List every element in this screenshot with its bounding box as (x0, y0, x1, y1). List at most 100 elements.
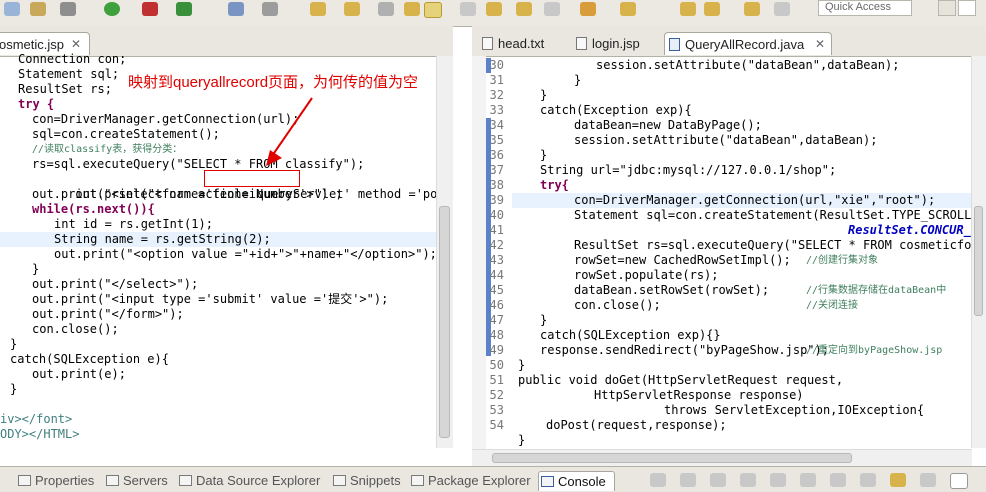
code-line: 36} (489, 148, 548, 162)
package-explorer-icon (411, 475, 424, 486)
toolbar-icon-3[interactable] (60, 2, 76, 16)
console-toolbar-icon[interactable] (650, 473, 666, 487)
toolbar-icon-15[interactable] (486, 2, 502, 16)
code-line: } (518, 433, 526, 447)
tab-label: osmetic.jsp (0, 37, 65, 52)
close-icon[interactable]: ✕ (815, 33, 825, 56)
toolbar-icon-2[interactable] (30, 2, 46, 16)
scroll-thumb[interactable] (439, 206, 450, 438)
tab-label: Servers (123, 473, 168, 488)
code-line: 42 ResultSet rs=sql.executeQuery("SELECT … (489, 238, 986, 252)
tab-login-jsp[interactable]: login.jsp (572, 32, 658, 55)
toolbar-icon-7[interactable] (228, 2, 244, 16)
left-code-area[interactable]: Connection con; Statement sql; ResultSet… (0, 52, 453, 466)
code-line: 47} (489, 313, 548, 327)
tab-label: login.jsp (592, 36, 640, 51)
tab-console[interactable]: Console (538, 471, 615, 491)
tab-label: Package Explorer (428, 473, 531, 488)
console-toolbar-icon[interactable] (740, 473, 756, 487)
toolbar-icon-21[interactable] (704, 2, 720, 16)
toolbar-icon-18[interactable] (580, 2, 596, 16)
console-toolbar-icon[interactable] (680, 473, 696, 487)
toolbar-icon-22[interactable] (744, 2, 760, 16)
annotation-highlight-box (204, 170, 300, 187)
toolbar-icon-12[interactable] (404, 2, 420, 16)
code-line: 54 doPost(request,response); (489, 418, 727, 432)
toolbar-icon-17[interactable] (544, 2, 560, 16)
right-vertical-scrollbar[interactable] (971, 56, 986, 448)
console-icon (541, 476, 554, 487)
toolbar-icon-4[interactable] (104, 2, 120, 16)
left-vertical-scrollbar[interactable] (436, 56, 453, 448)
scroll-thumb[interactable] (974, 206, 983, 316)
code-line: 51 public void doGet(HttpServletRequest r… (489, 373, 844, 387)
code-line: 41 ResultSet.CONCUR_REA (489, 223, 986, 237)
tab-label: Console (558, 474, 606, 489)
tab-package-explorer[interactable]: Package Explorer (409, 471, 531, 491)
console-toolbar-icon[interactable] (800, 473, 816, 487)
code-line: ODY></HTML> (0, 427, 80, 441)
toolbar-icon-13[interactable] (424, 2, 442, 18)
code-line: out.print("</select>"); (32, 277, 199, 291)
quick-access-field[interactable]: Quick Access (818, 0, 912, 16)
toolbar-icon-10[interactable] (344, 2, 360, 16)
console-toolbar-icon[interactable] (860, 473, 876, 487)
tab-queryallrecord-java[interactable]: QueryAllRecord.java ✕ (664, 32, 832, 55)
code-line: 33 catch(Exception exp){ (489, 103, 692, 117)
code-line: 53 throws ServletException,IOException{ (489, 403, 925, 417)
tab-snippets[interactable]: Snippets (331, 471, 401, 491)
toolbar-icon-19[interactable] (620, 2, 636, 16)
right-horizontal-scrollbar[interactable] (472, 449, 972, 466)
left-editor: osmetic.jsp ✕ Connection con; Statement … (0, 26, 453, 466)
servers-icon (106, 475, 119, 486)
code-line-current: String name = rs.getString(2); (0, 232, 453, 247)
properties-icon (18, 475, 31, 486)
code-line: 43 rowSet=new CachedRowSetImpl();//创建行集对象 (489, 253, 879, 267)
code-line: } (10, 382, 18, 396)
scroll-thumb[interactable] (492, 453, 852, 463)
code-line: 44 rowSet.populate(rs); (489, 268, 719, 282)
code-line: 34 dataBean=new DataByPage(); (489, 118, 762, 132)
console-toolbar-icon[interactable] (830, 473, 846, 487)
code-line: 46 con.close();//关闭连接 (489, 298, 859, 312)
toolbar-icon-11[interactable] (378, 2, 394, 16)
perspective-icon[interactable] (938, 0, 956, 16)
code-line: 49 response.sendRedirect("byPageShow.jsp"… (489, 343, 943, 357)
code-line: sql=con.createStatement(); (32, 127, 220, 141)
minimize-icon[interactable] (950, 473, 968, 489)
snippets-icon (333, 475, 346, 486)
console-toolbar-icon[interactable] (890, 473, 906, 487)
tab-servers[interactable]: Servers (104, 471, 168, 491)
toolbar-icon-5[interactable] (142, 2, 158, 16)
bottom-view-tabs: s Properties Servers Data Source Explore… (0, 466, 986, 492)
code-line: iv></font> (0, 412, 73, 426)
console-toolbar-icon[interactable] (770, 473, 786, 487)
data-source-icon (179, 475, 192, 486)
toolbar-icon-9[interactable] (310, 2, 326, 16)
toolbar-icon-8[interactable] (262, 2, 278, 16)
code-line: try { (18, 97, 55, 111)
code-line: 38 try{ (489, 178, 569, 192)
code-line: 35 session.setAttribute("dataBean",dataBe… (489, 133, 878, 147)
tab-label: QueryAllRecord.java (685, 37, 805, 52)
tab-markers[interactable]: s (0, 471, 1, 491)
console-toolbar-icon[interactable] (710, 473, 726, 487)
toolbar-icon-14[interactable] (460, 2, 476, 16)
tab-head-txt[interactable]: head.txt (478, 32, 568, 55)
code-line: 40 Statement sql=con.createStatement(Resu… (489, 208, 986, 222)
tab-data-source-explorer[interactable]: Data Source Explorer (177, 471, 320, 491)
console-toolbar-icon[interactable] (920, 473, 936, 487)
code-line: con=DriverManager.getConnection(url); (32, 112, 300, 126)
tab-properties[interactable]: Properties (16, 471, 94, 491)
toolbar-icon-16[interactable] (516, 2, 532, 16)
code-line: Connection con; (18, 52, 127, 66)
right-editor: head.txt login.jsp QueryAllRecord.java ✕… (472, 26, 986, 466)
toolbar-icon-23[interactable] (774, 2, 790, 16)
toolbar-icon-1[interactable] (4, 2, 20, 16)
code-line: con.close(); (32, 322, 119, 336)
toolbar-icon-6[interactable] (176, 2, 192, 16)
toolbar-icon-20[interactable] (680, 2, 696, 16)
code-line: 37 String url="jdbc:mysql://127.0.0.1/sho… (489, 163, 837, 177)
right-code-area[interactable]: 30 session.setAttribute("dataBean",dataBe… (472, 56, 986, 466)
java-ee-perspective-icon[interactable] (958, 0, 976, 16)
